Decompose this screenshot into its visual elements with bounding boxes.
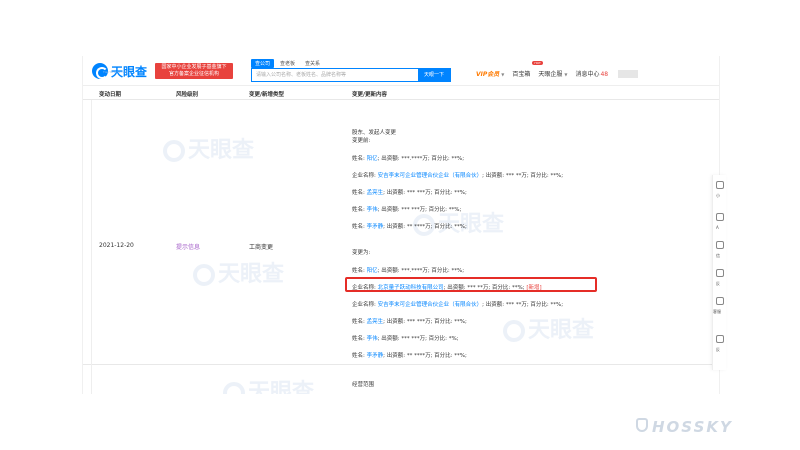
nav-vip-label: VIP会员 xyxy=(476,71,500,78)
side-label: 信 xyxy=(716,253,720,258)
side-label: 反 xyxy=(716,347,720,352)
list-item: 姓名: 阳亿; 出资额: ***.****万; 百分比: **%; xyxy=(352,268,465,274)
nav-baibaoxiang-label: 百宝箱 xyxy=(512,71,531,78)
col-header-risk: 风险级别 xyxy=(176,92,199,98)
nav-baibaoxiang[interactable]: 百宝箱 HOT xyxy=(512,61,543,78)
list-item: 姓名: 孟亮生; 出资额: *** ***万; 百分比: **%; xyxy=(352,190,467,196)
side-item-small[interactable] xyxy=(716,181,725,190)
cell-risk-level: 提示信息 xyxy=(176,244,201,251)
side-label: 客服 xyxy=(713,309,721,314)
slogan-line-1: 国家中小企业发展子基金旗下 xyxy=(161,64,227,70)
clock-icon xyxy=(716,181,724,189)
shareholder-link[interactable]: 孟亮生 xyxy=(367,319,384,325)
side-item-feedback[interactable] xyxy=(716,269,725,278)
chevron-down-icon: ▼ xyxy=(564,72,568,77)
brand-watermark: HOSSKY xyxy=(652,418,733,436)
cell-change-type: 工商变更 xyxy=(249,244,274,251)
side-item-letter[interactable] xyxy=(716,241,725,250)
message-count-badge: 48 xyxy=(600,71,609,78)
table-header: 变动日期 风险级别 变更/新增类型 变更/更新内容 xyxy=(83,86,719,100)
table-row: 2021-12-20 提示信息 工商变更 股东、发起人变更 变更前: 姓名: 阳… xyxy=(83,100,719,365)
side-toolbar: 小 A 信 反 客服 反 xyxy=(712,175,726,370)
shareholder-link[interactable]: 李矛静 xyxy=(367,224,384,230)
shareholder-link[interactable]: 李伟 xyxy=(367,207,378,213)
list-item: 企业名称: 安吉李末可企业管理合伙企业（有限合伙）; 出资额: *** **万;… xyxy=(352,173,564,179)
list-item: 企业名称: 安吉李末可企业管理合伙企业（有限合伙）; 出资额: *** **万;… xyxy=(352,302,564,308)
top-nav: VIP会员 ▼ 百宝箱 HOT 天眼企服 ▼ 消息中心48 xyxy=(476,61,639,78)
col-header-type: 变更/新增类型 xyxy=(249,92,285,98)
nav-vip[interactable]: VIP会员 ▼ xyxy=(476,69,504,78)
slogan-banner: 国家中小企业发展子基金旗下 官方备案企业征信机构 xyxy=(155,63,233,79)
nav-messages-label: 消息中心 xyxy=(575,71,600,78)
nav-enterprise-label: 天眼企服 xyxy=(538,71,563,78)
after-label: 变更为: xyxy=(352,250,371,256)
list-item: 姓名: 李矛静; 出资额: ** ****万; 百分比: **%; xyxy=(352,224,467,230)
side-label: 反 xyxy=(716,281,720,286)
shareholder-link[interactable]: 阳亿 xyxy=(367,268,378,274)
logo-subtitle: TianYanCha.com xyxy=(103,70,128,74)
search-button[interactable]: 天眼一下 xyxy=(418,69,450,81)
divider xyxy=(91,100,92,394)
report-icon xyxy=(716,335,724,343)
side-item-a[interactable] xyxy=(716,213,725,222)
section-title: 股东、发起人变更 xyxy=(352,130,397,136)
shareholder-link[interactable]: 李矛静 xyxy=(367,353,384,359)
col-header-date: 变动日期 xyxy=(99,92,122,98)
avatar[interactable] xyxy=(618,69,639,78)
list-item: 姓名: 阳亿; 出资额: ***.****万; 百分比: **%; xyxy=(352,156,465,162)
shareholder-link[interactable]: 安吉李末可企业管理合伙企业（有限合伙） xyxy=(378,302,483,308)
shareholder-link[interactable]: 李伟 xyxy=(367,336,378,342)
cell-date: 2021-12-20 xyxy=(99,242,134,249)
search-tabs: 查公司 查老板 查关系 xyxy=(251,59,324,68)
mail-icon xyxy=(716,241,724,249)
watermark-text: 天眼查 xyxy=(248,380,315,394)
list-item: 姓名: 李矛静; 出资额: ** ****万; 百分比: **%; xyxy=(352,353,467,359)
tab-relation[interactable]: 查关系 xyxy=(301,59,324,68)
side-item-service[interactable] xyxy=(716,297,725,306)
watermark: 天眼查 xyxy=(223,374,314,394)
list-item: 姓名: 孟亮生; 出资额: *** ***万; 百分比: **%; xyxy=(352,319,467,325)
top-header: 天眼查 TianYanCha.com 国家中小企业发展子基金旗下 官方备案企业征… xyxy=(83,56,719,86)
shareholder-link[interactable]: 阳亿 xyxy=(367,156,378,162)
nav-messages[interactable]: 消息中心48 xyxy=(575,69,608,78)
before-label: 变更前: xyxy=(352,138,371,144)
search-input[interactable] xyxy=(252,69,418,81)
side-label: 小 xyxy=(716,193,720,198)
side-item-report[interactable] xyxy=(716,335,725,344)
doc-icon xyxy=(716,213,724,221)
shareholder-link[interactable]: 安吉李末可企业管理合伙企业（有限合伙） xyxy=(378,173,483,179)
col-header-content: 变更/更新内容 xyxy=(352,92,388,98)
tab-company[interactable]: 查公司 xyxy=(251,59,275,68)
side-label: A xyxy=(716,225,719,230)
search-box: 天眼一下 xyxy=(251,68,451,82)
tab-boss[interactable]: 查老板 xyxy=(276,59,299,68)
highlight-box xyxy=(345,277,597,292)
feedback-icon xyxy=(716,269,724,277)
chevron-down-icon: ▼ xyxy=(501,72,505,77)
headset-icon xyxy=(716,297,724,305)
slogan-line-2: 官方备案企业征信机构 xyxy=(168,71,219,77)
list-item: 姓名: 李伟; 出资额: *** ***万; 百分比: *%; xyxy=(352,336,459,342)
next-section-title: 经营范围 xyxy=(352,382,375,388)
list-item: 姓名: 李伟; 出资额: *** ***万; 百分比: **%; xyxy=(352,207,462,213)
brand-logo-icon xyxy=(636,418,648,432)
shareholder-link[interactable]: 孟亮生 xyxy=(367,190,384,196)
nav-enterprise-service[interactable]: 天眼企服 ▼ xyxy=(538,69,567,78)
browser-page: 天眼查 TianYanCha.com 国家中小企业发展子基金旗下 官方备案企业征… xyxy=(82,56,720,394)
hot-badge: HOT xyxy=(532,61,543,65)
